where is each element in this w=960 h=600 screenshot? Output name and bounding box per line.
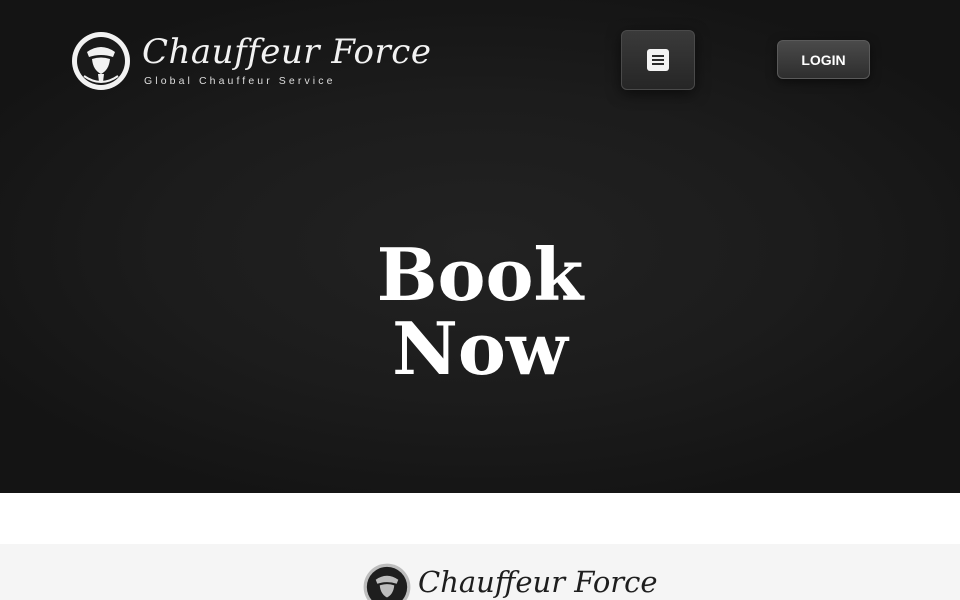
- chauffeur-emblem-icon: [72, 32, 130, 90]
- login-button[interactable]: LOGIN: [777, 40, 870, 79]
- logo-wordmark: Chauffeur Force: [142, 32, 432, 72]
- page-title-line-1: Book: [376, 232, 584, 317]
- footer: Chauffeur Force: [0, 544, 960, 600]
- hero-banner: Chauffeur Force Global Chauffeur Service…: [0, 0, 960, 493]
- site-logo[interactable]: Chauffeur Force Global Chauffeur Service: [70, 30, 431, 92]
- hamburger-menu-icon: [647, 49, 669, 71]
- footer-logo[interactable]: Chauffeur Force: [362, 562, 658, 600]
- footer-logo-wordmark: Chauffeur Force: [418, 565, 658, 599]
- logo-tagline: Global Chauffeur Service: [144, 75, 336, 87]
- page-title: Book Now: [0, 238, 960, 386]
- menu-button[interactable]: [621, 30, 695, 90]
- page-title-line-2: Now: [392, 306, 568, 391]
- chauffeur-emblem-icon: [363, 563, 411, 600]
